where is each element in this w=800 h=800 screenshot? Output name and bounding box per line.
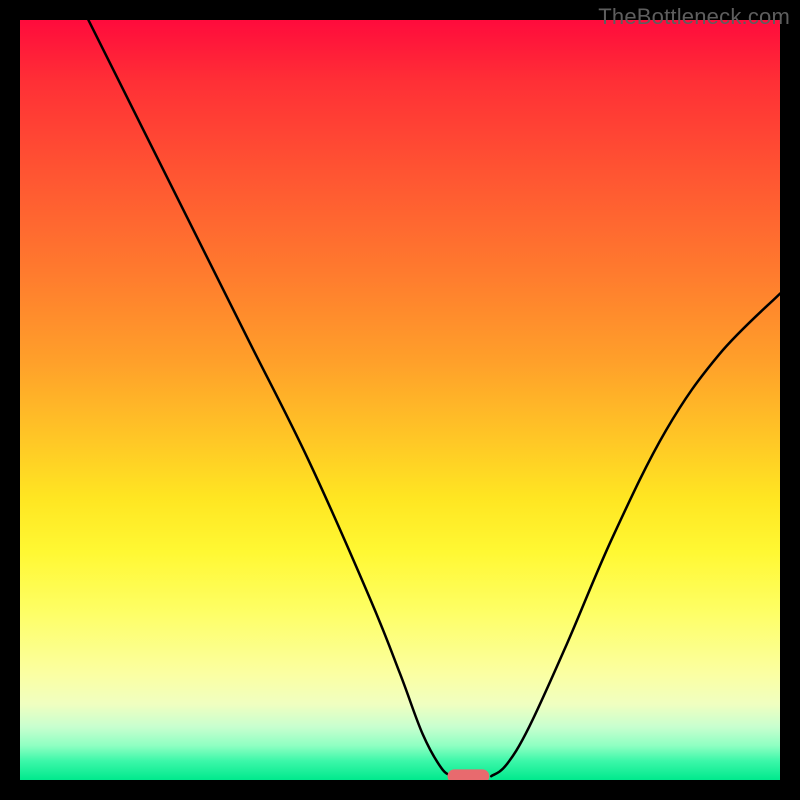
curve-right-branch	[491, 294, 780, 777]
watermark-text: TheBottleneck.com	[598, 4, 790, 30]
curve-left-branch	[88, 20, 453, 776]
chart-svg	[20, 20, 780, 780]
chart-frame: TheBottleneck.com	[0, 0, 800, 800]
plot-area	[20, 20, 780, 780]
minimum-marker	[448, 769, 490, 780]
